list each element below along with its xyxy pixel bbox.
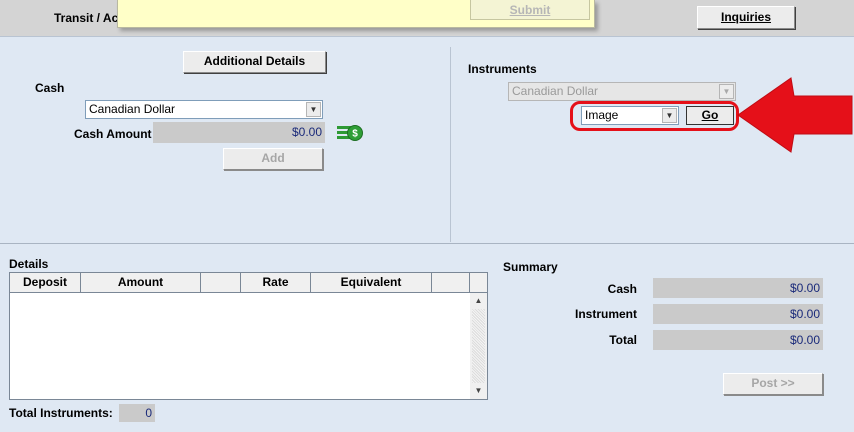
popup-panel: Submit bbox=[117, 0, 595, 28]
add-button[interactable]: Add bbox=[223, 148, 323, 170]
cash-currency-select[interactable]: Canadian Dollar ▼ bbox=[85, 100, 323, 119]
scroll-up-icon[interactable]: ▲ bbox=[470, 293, 487, 309]
inquiries-button[interactable]: Inquiries bbox=[697, 6, 795, 29]
summary-cash-label: Cash bbox=[607, 282, 637, 296]
scroll-down-icon[interactable]: ▼ bbox=[470, 383, 487, 399]
details-table-header: Deposit Amount Rate Equivalent bbox=[10, 273, 487, 293]
cash-currency-value: Canadian Dollar bbox=[89, 102, 176, 116]
vertical-divider bbox=[450, 47, 451, 242]
column-header-equivalent[interactable]: Equivalent bbox=[311, 273, 432, 292]
column-header-trailing[interactable] bbox=[432, 273, 470, 292]
summary-instrument-field: $0.00 bbox=[653, 304, 823, 324]
cash-amount-label: Cash Amount bbox=[74, 127, 152, 141]
chevron-down-icon: ▼ bbox=[719, 84, 734, 99]
summary-section-label: Summary bbox=[503, 260, 558, 274]
total-instruments-field: 0 bbox=[119, 404, 155, 422]
details-table: Deposit Amount Rate Equivalent ▲ ▼ bbox=[9, 272, 488, 400]
svg-text:$: $ bbox=[352, 129, 358, 140]
post-button[interactable]: Post >> bbox=[723, 373, 823, 395]
summary-instrument-label: Instrument bbox=[574, 307, 637, 321]
horizontal-divider bbox=[0, 243, 854, 244]
column-header-deposit[interactable]: Deposit bbox=[10, 273, 81, 292]
submit-button-label: Submit bbox=[509, 3, 551, 17]
chevron-down-icon: ▼ bbox=[306, 102, 321, 117]
summary-total-label: Total bbox=[609, 333, 637, 347]
column-header-rate[interactable]: Rate bbox=[241, 273, 311, 292]
cash-amount-field: $0.00 bbox=[153, 122, 325, 143]
details-scrollbar[interactable]: ▲ ▼ bbox=[470, 293, 487, 399]
total-instruments-label: Total Instruments: bbox=[9, 406, 113, 420]
annotation-highlight-oval bbox=[570, 101, 739, 131]
cash-section-label: Cash bbox=[35, 81, 65, 95]
column-header-blank[interactable] bbox=[201, 273, 241, 292]
details-section-label: Details bbox=[9, 257, 49, 271]
scroll-track[interactable] bbox=[472, 309, 485, 383]
summary-total-field: $0.00 bbox=[653, 330, 823, 350]
transit-account-label: Transit / Ac bbox=[54, 11, 119, 25]
submit-button[interactable]: Submit bbox=[470, 0, 590, 20]
red-arrow-icon bbox=[737, 77, 853, 153]
inquiries-button-label: Inquiries bbox=[720, 10, 771, 24]
summary-cash-field: $0.00 bbox=[653, 278, 823, 298]
instruments-currency-value: Canadian Dollar bbox=[512, 84, 599, 98]
column-header-amount[interactable]: Amount bbox=[81, 273, 201, 292]
instruments-section-label: Instruments bbox=[468, 62, 537, 76]
instruments-currency-select: Canadian Dollar ▼ bbox=[508, 82, 736, 101]
additional-details-button[interactable]: Additional Details bbox=[183, 51, 326, 73]
money-icon[interactable]: $ bbox=[337, 124, 363, 142]
